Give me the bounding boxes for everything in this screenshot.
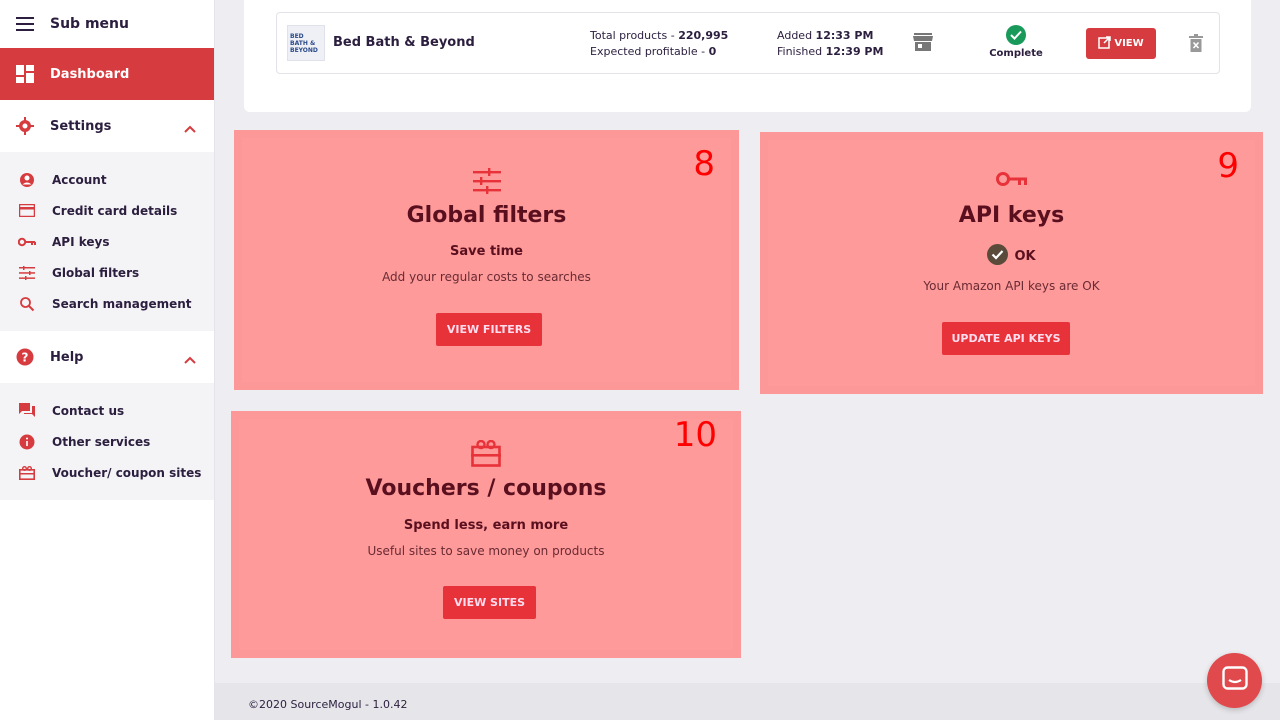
api-status-text: OK [1014,249,1036,264]
expected-profitable-label: Expected profitable - [590,45,706,58]
sidebar-item-other-services[interactable]: Other services [0,426,214,457]
card-subtitle: Spend less, earn more [403,518,569,533]
expected-profitable-value: 0 [708,45,717,58]
total-products-label: Total products - [590,29,675,42]
global-filters-card: 8 Global filters Save time Add your regu… [234,130,739,390]
sidebar-section-label: Help [50,349,84,365]
status-text: Complete [989,48,1043,59]
vouchers-card: 10 Vouchers / coupons Spend less, earn m… [231,411,741,658]
footer: ©2020 SourceMogul - 1.0.42 [215,683,1280,720]
status-indicator: Complete [985,25,1047,59]
hamburger-menu-icon[interactable] [16,15,34,33]
card-subtitle: Save time [450,244,523,259]
api-keys-card: 9 API keys OK Your Amazon API keys are O… [760,132,1263,394]
submenu-header[interactable]: Sub menu [0,0,214,48]
search-times: Added 12:33 PM Finished 12:39 PM [777,28,883,60]
submenu-title: Sub menu [50,16,129,32]
update-api-keys-button[interactable]: UPDATE API KEYS [942,322,1070,355]
help-icon: ? [16,348,34,366]
sidebar-item-label: API keys [52,234,110,249]
info-icon [18,433,36,451]
sidebar-item-global-filters[interactable]: Global filters [0,257,214,288]
sidebar-item-label: Voucher/ coupon sites [52,465,202,480]
sidebar-item-search-management[interactable]: Search management [0,288,214,319]
sidebar-item-label: Contact us [52,403,125,418]
chat-icon [18,402,36,420]
external-link-icon [1098,35,1112,52]
sidebar-item-label: Global filters [52,265,140,280]
total-products-value: 220,995 [678,29,729,42]
card-description: Useful sites to save money on products [367,544,605,558]
credit-card-icon [18,202,36,220]
sidebar-item-label: Account [52,172,107,187]
view-sites-button[interactable]: VIEW SITES [443,586,536,619]
card-description: Add your regular costs to searches [382,270,591,284]
card-description: Your Amazon API keys are OK [923,279,1100,293]
view-button-label: VIEW [1114,38,1144,49]
sidebar-item-voucher-sites[interactable]: Voucher/ coupon sites [0,457,214,488]
sidebar-item-account[interactable]: Account [0,164,214,195]
search-icon [18,295,36,313]
sidebar: Sub menu Dashboard Settings Account Cred… [0,0,215,720]
gift-card-icon [231,440,741,467]
search-result-row: BED BATH & BEYOND Bed Bath & Beyond Tota… [276,12,1220,74]
chevron-up-icon[interactable] [184,349,196,368]
card-title: API keys [958,203,1065,228]
added-time: 12:33 PM [815,29,874,42]
copyright-text: ©2020 SourceMogul - 1.0.42 [248,698,408,711]
filters-icon [18,264,36,282]
sidebar-section-settings[interactable]: Settings [0,100,214,152]
sidebar-item-label: Search management [52,296,192,311]
store-logo: BED BATH & BEYOND [287,25,325,61]
sidebar-item-credit-card[interactable]: Credit card details [0,195,214,226]
sidebar-item-label: Credit card details [52,203,178,218]
store-name: Bed Bath & Beyond [333,35,475,50]
added-label: Added [777,29,813,42]
view-filters-button[interactable]: VIEW FILTERS [436,313,542,346]
finished-time: 12:39 PM [825,45,884,58]
svg-text:?: ? [22,351,29,365]
view-button[interactable]: VIEW [1086,28,1156,59]
storefront-icon [913,33,933,55]
sidebar-section-help[interactable]: ? Help [0,331,214,383]
finished-label: Finished [777,45,823,58]
chat-launcher-button[interactable] [1207,653,1262,708]
sidebar-item-dashboard[interactable]: Dashboard [0,48,214,100]
gift-card-icon [18,464,36,482]
sidebar-section-label: Settings [50,118,112,134]
card-title: Vouchers / coupons [365,476,607,501]
recent-searches-card: BED BATH & BEYOND Bed Bath & Beyond Tota… [244,0,1251,112]
account-icon [18,171,36,189]
chevron-up-icon[interactable] [184,118,196,137]
sidebar-item-label: Dashboard [50,66,130,82]
sidebar-item-contact-us[interactable]: Contact us [0,395,214,426]
store-logo-text: BED BATH & BEYOND [290,33,318,54]
help-submenu: Contact us Other services Voucher/ coupo… [0,383,214,500]
dashboard-icon [16,65,34,83]
card-title: Global filters [406,203,567,228]
check-circle-icon [1006,25,1026,45]
api-status: OK [760,244,1263,269]
check-circle-icon [987,244,1009,269]
gear-icon [16,117,34,135]
key-icon [18,233,36,251]
sidebar-item-label: Other services [52,434,151,449]
delete-icon[interactable] [1189,34,1203,56]
settings-submenu: Account Credit card details API keys Glo… [0,152,214,331]
filters-icon [234,168,739,194]
sidebar-item-api-keys[interactable]: API keys [0,226,214,257]
key-icon [760,170,1263,188]
product-stats: Total products - 220,995 Expected profit… [590,28,728,60]
chat-bubble-icon [1221,665,1248,696]
